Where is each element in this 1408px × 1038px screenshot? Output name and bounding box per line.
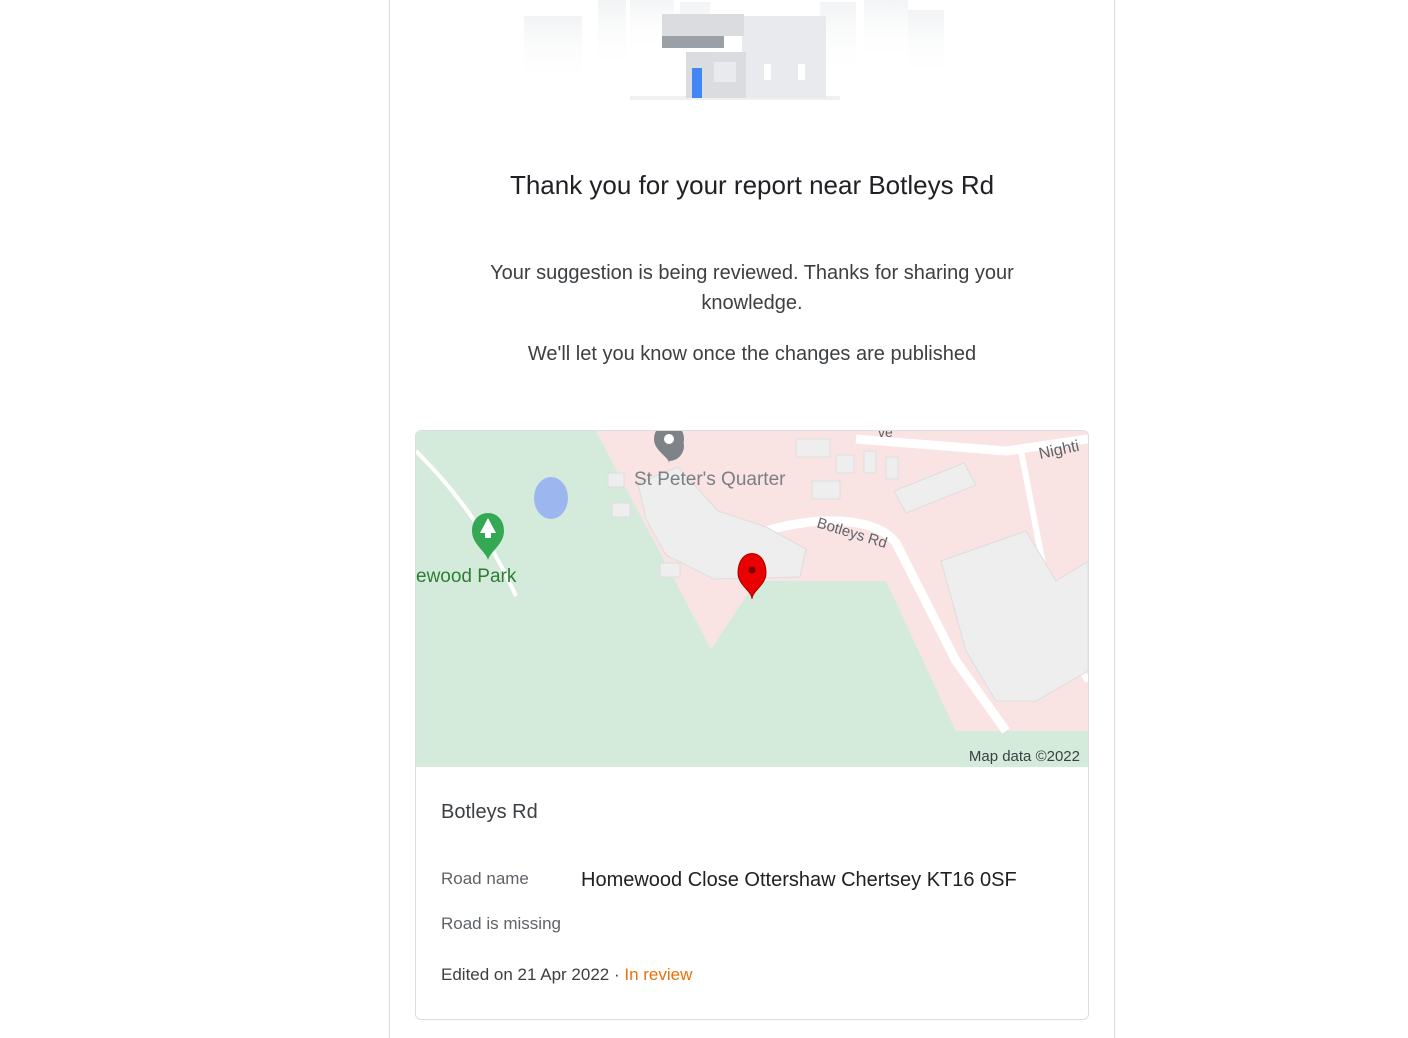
building-illustration: [524, 0, 944, 100]
place-name: Botleys Rd: [441, 801, 538, 823]
pond: [534, 477, 568, 519]
meta-separator: ·: [609, 965, 625, 984]
publish-notice: We'll let you know once the changes are …: [527, 343, 977, 365]
building-small: [835, 454, 855, 474]
status-badge: In review: [624, 965, 693, 984]
road-name-value: Homewood Close Ottershaw Chertsey KT16 0…: [581, 869, 1017, 891]
map-attribution: Map data ©2022: [969, 748, 1080, 765]
building-small: [607, 472, 625, 488]
building-small: [611, 502, 631, 518]
edit-meta: Edited on 21 Apr 2022 · In review: [441, 965, 692, 985]
building-small: [885, 456, 899, 480]
map-preview[interactable]: St Peter's Quarter Botleys Rd ewood Park…: [416, 431, 1088, 767]
review-message: Your suggestion is being reviewed. Thank…: [490, 262, 1014, 314]
building-small: [795, 438, 831, 458]
map-label-park: ewood Park: [416, 566, 517, 587]
page-title: Thank you for your report near Botleys R…: [509, 170, 995, 200]
building-small: [863, 450, 877, 474]
building-small: [811, 480, 841, 500]
confirmation-card: Thank you for your report near Botleys R…: [389, 0, 1115, 1038]
building-small: [659, 562, 681, 578]
edit-summary-card: St Peter's Quarter Botleys Rd ewood Park…: [415, 430, 1089, 1020]
road-name-label: Road name: [441, 869, 529, 888]
map-label-landmark: St Peter's Quarter: [634, 469, 786, 490]
issue-type: Road is missing: [441, 914, 561, 933]
edited-date: Edited on 21 Apr 2022: [441, 965, 610, 984]
map-label-road-fragment: ve: [878, 431, 893, 440]
